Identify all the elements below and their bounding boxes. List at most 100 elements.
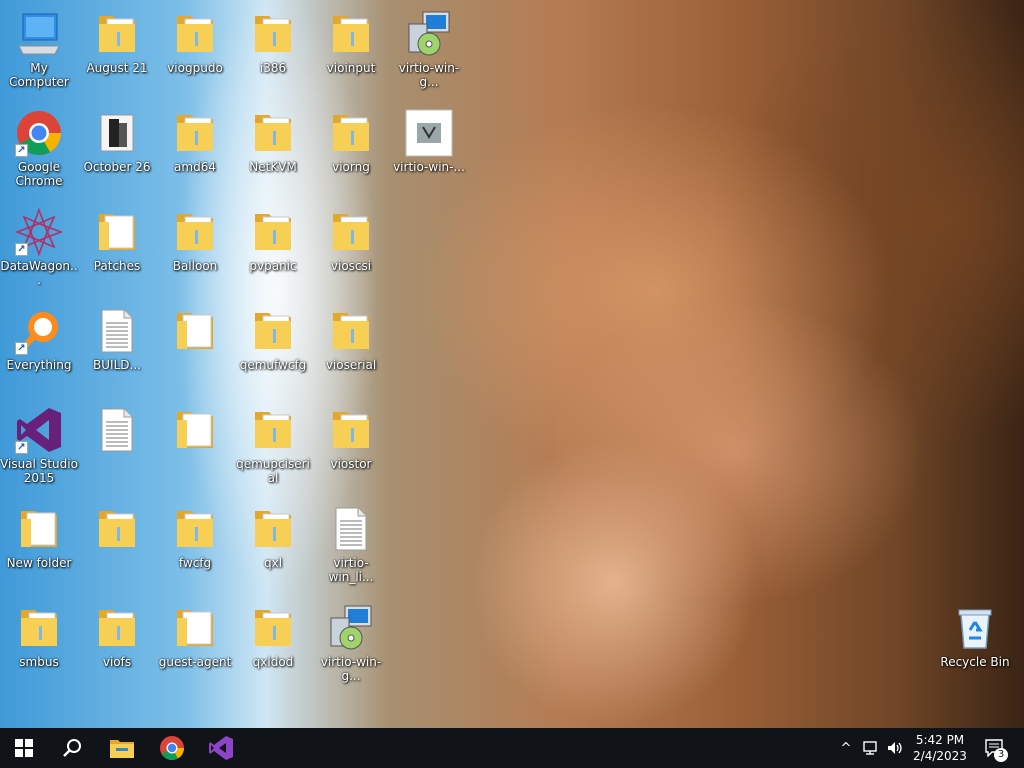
desktop-icon-fwcfg[interactable]: fwcfg (156, 499, 234, 591)
chrome-icon (160, 736, 184, 761)
desktop-icon-viorng[interactable]: viorng (312, 103, 390, 195)
start-button[interactable] (0, 728, 48, 768)
desktop-icon-label: smbus (19, 655, 59, 669)
desktop[interactable]: My Computer August 21 viogpudo i386 vioi… (0, 0, 1024, 728)
image-file-icon (405, 109, 453, 157)
folder-icon (327, 10, 375, 58)
tray-show-hidden[interactable]: ^ (836, 728, 856, 768)
desktop-icon-label: Balloon (172, 259, 218, 273)
chevron-up-icon: ^ (840, 740, 852, 756)
tray-volume[interactable] (884, 728, 906, 768)
desktop-icon-virtio-win-li[interactable]: virtio-win_li... (312, 499, 390, 591)
folder-icon (249, 109, 297, 157)
folder-icon (171, 109, 219, 157)
vs-icon: ↗ (15, 406, 63, 454)
desktop-icon-qxldod[interactable]: qxldod (234, 598, 312, 690)
desktop-icon-october-26[interactable]: October 26 (78, 103, 156, 195)
desktop-icon-vioinput[interactable]: vioinput (312, 4, 390, 96)
desktop-icon-google-chrome[interactable]: ↗ Google Chrome (0, 103, 78, 195)
taskbar-visual-studio[interactable] (197, 728, 245, 768)
folder-icon (93, 505, 141, 553)
speaker-icon (888, 742, 902, 754)
folder-icon (249, 307, 297, 355)
desktop-icon-viofs[interactable]: viofs (78, 598, 156, 690)
desktop-icon-viogpudo[interactable]: viogpudo (156, 4, 234, 96)
folder-white-icon (171, 406, 219, 454)
desktop-icon-viostor[interactable]: viostor (312, 400, 390, 492)
datawagon-icon: ↗ (14, 207, 64, 257)
desktop-icon-folder-r4c2[interactable] (156, 400, 234, 492)
document-icon (93, 406, 141, 454)
desktop-icon-virtio-win-gt-2[interactable]: virtio-win-g... (312, 598, 390, 690)
desktop-icon-patches[interactable]: Patches (78, 202, 156, 294)
computer-icon (15, 10, 63, 58)
desktop-icon-label: qxl (263, 556, 283, 570)
notification-center-button[interactable]: 3 (978, 728, 1012, 768)
desktop-icon-i386[interactable]: i386 (234, 4, 312, 96)
shortcut-arrow-icon: ↗ (15, 342, 28, 355)
shortcut-arrow-icon: ↗ (15, 144, 28, 157)
folder-white-icon (171, 307, 219, 355)
installer-icon (405, 10, 453, 58)
recycle-bin[interactable]: Recycle Bin (936, 598, 1014, 690)
desktop-icon-amd64[interactable]: amd64 (156, 103, 234, 195)
desktop-icon-label: viostor (330, 457, 372, 471)
desktop-icon-label: qxldod (252, 655, 294, 669)
folder-icon (327, 406, 375, 454)
folder-icon (171, 208, 219, 256)
desktop-icon-datawagon[interactable]: ↗ DataWagon... (0, 202, 78, 294)
desktop-icon-pvpanic[interactable]: pvpanic (234, 202, 312, 294)
desktop-icon-folder-r3c2[interactable] (156, 301, 234, 393)
desktop-icon-smbus[interactable]: smbus (0, 598, 78, 690)
desktop-icon-guest-agent[interactable]: guest-agent (156, 598, 234, 690)
desktop-icon-august-21[interactable]: August 21 (78, 4, 156, 96)
desktop-icon-label: viogpudo (167, 61, 223, 75)
desktop-icon-netkvm[interactable]: NetKVM (234, 103, 312, 195)
desktop-icon-virtio-win-gt-1[interactable]: virtio-win-g... (390, 4, 468, 96)
folder-icon (171, 505, 219, 553)
folder-icon (15, 604, 63, 652)
desktop-icon-label: vioserial (325, 358, 377, 372)
taskbar-file-explorer[interactable] (98, 728, 146, 768)
document-icon (327, 505, 375, 553)
desktop-icon-qemupciserial[interactable]: qemupciserial (234, 400, 312, 492)
search-button[interactable] (48, 728, 96, 768)
folder-icon (327, 208, 375, 256)
dark-folder-icon (93, 109, 141, 157)
document-icon (93, 307, 141, 355)
taskbar-chrome[interactable] (148, 728, 196, 768)
desktop-icon-qxl[interactable]: qxl (234, 499, 312, 591)
desktop-icon-new-folder[interactable]: New folder (0, 499, 78, 591)
recycle-bin-icon (951, 604, 999, 652)
desktop-icon-my-computer[interactable]: My Computer (0, 4, 78, 96)
desktop-icon-label: Visual Studio 2015 (0, 457, 78, 485)
desktop-icon-label: NetKVM (249, 160, 297, 174)
search-icon (63, 739, 81, 757)
desktop-icon-label: virtio-win-... (393, 160, 465, 174)
desktop-icon-everything[interactable]: ↗ Everything (0, 301, 78, 393)
desktop-icon-label: vioinput (326, 61, 376, 75)
desktop-icon-folder-r5c1[interactable] (78, 499, 156, 591)
desktop-icon-label: New folder (6, 556, 72, 570)
desktop-icon-qemufwcfg[interactable]: qemufwcfg (234, 301, 312, 393)
tray-network[interactable] (860, 728, 882, 768)
installer-icon (327, 604, 375, 652)
desktop-icon-vioserial[interactable]: vioserial (312, 301, 390, 393)
folder-icon (93, 604, 141, 652)
clock-date: 2/4/2023 (913, 749, 967, 763)
desktop-icon-vioscsi[interactable]: vioscsi (312, 202, 390, 294)
desktop-icon-virtio-win-2[interactable]: virtio-win-... (390, 103, 468, 195)
desktop-icon-doc-r4c1[interactable] (78, 400, 156, 492)
folder-icon (249, 10, 297, 58)
desktop-icon-visual-studio-2015[interactable]: ↗ Visual Studio 2015 (0, 400, 78, 492)
folder-white-icon (93, 208, 141, 256)
desktop-icon-build[interactable]: BUILD... (78, 301, 156, 393)
visual-studio-icon (209, 736, 233, 760)
notification-count-badge: 3 (994, 748, 1008, 762)
desktop-icon-label: virtio-win_li... (328, 556, 374, 584)
desktop-icon-label: viofs (102, 655, 132, 669)
desktop-icon-label: qemupciserial (236, 457, 310, 485)
taskbar-clock[interactable]: 5:42 PM 2/4/2023 (910, 732, 970, 764)
desktop-icon-label: i386 (259, 61, 287, 75)
desktop-icon-balloon[interactable]: Balloon (156, 202, 234, 294)
